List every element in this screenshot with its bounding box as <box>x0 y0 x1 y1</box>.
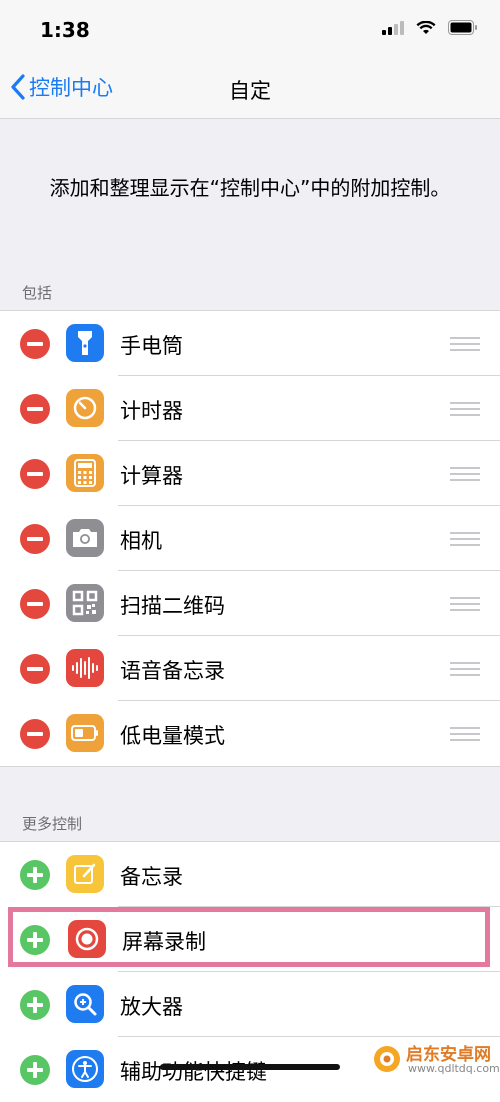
notes-icon <box>66 855 104 893</box>
section-header-more-controls: 更多控制 <box>22 815 83 833</box>
list-item-label: 手电筒 <box>120 334 183 358</box>
list-item-label: 语音备忘录 <box>120 659 225 683</box>
list-item-label: 计算器 <box>120 464 183 488</box>
add-button[interactable] <box>20 860 50 890</box>
reorder-handle[interactable] <box>450 727 480 741</box>
flashlight-icon <box>66 324 104 362</box>
page-title: 自定 <box>229 79 271 103</box>
remove-button[interactable] <box>20 459 50 489</box>
list-item-label: 低电量模式 <box>120 724 225 748</box>
list-item[interactable]: 计时器 <box>0 376 500 441</box>
list-item[interactable]: 计算器 <box>0 441 500 506</box>
reorder-handle[interactable] <box>450 597 480 611</box>
list-item[interactable]: 相机 <box>0 506 500 571</box>
list-item-label: 备忘录 <box>120 865 183 889</box>
section-header-included: 包括 <box>22 284 53 302</box>
list-item-label: 相机 <box>120 529 162 553</box>
included-controls-list: 手电筒 计时器 计算器 相机 扫描二维码 语音备忘录 低电量模式 <box>0 310 500 767</box>
cellular-signal-icon <box>382 20 404 39</box>
wifi-icon <box>416 20 436 39</box>
status-icons <box>382 20 478 39</box>
remove-button[interactable] <box>20 654 50 684</box>
list-item-label: 计时器 <box>120 399 183 423</box>
battery-status-icon <box>448 20 478 39</box>
camera-icon <box>66 519 104 557</box>
voice-memo-icon <box>66 649 104 687</box>
accessibility-icon <box>66 1050 104 1088</box>
timer-icon <box>66 389 104 427</box>
list-item[interactable]: 手电筒 <box>0 311 500 376</box>
reorder-handle[interactable] <box>450 337 480 351</box>
watermark-logo-icon <box>374 1046 400 1072</box>
list-item[interactable]: 低电量模式 <box>0 701 500 766</box>
list-item[interactable]: 扫描二维码 <box>0 571 500 636</box>
list-item[interactable]: 语音备忘录 <box>0 636 500 701</box>
add-button[interactable] <box>20 1055 50 1085</box>
watermark-url: www.qdltdq.com <box>408 1062 500 1075</box>
reorder-handle[interactable] <box>450 467 480 481</box>
remove-button[interactable] <box>20 589 50 619</box>
reorder-handle[interactable] <box>450 662 480 676</box>
remove-button[interactable] <box>20 524 50 554</box>
reorder-handle[interactable] <box>450 532 480 546</box>
remove-button[interactable] <box>20 719 50 749</box>
reorder-handle[interactable] <box>450 402 480 416</box>
home-indicator[interactable] <box>160 1064 340 1070</box>
list-item[interactable]: 备忘录 <box>0 842 500 907</box>
magnifier-icon <box>66 985 104 1023</box>
intro-text: 添加和整理显示在“控制中心”中的附加控制。 <box>49 176 451 200</box>
highlight-box <box>8 907 490 967</box>
status-time: 1:38 <box>40 18 90 42</box>
battery-icon <box>66 714 104 752</box>
remove-button[interactable] <box>20 329 50 359</box>
calculator-icon <box>66 454 104 492</box>
remove-button[interactable] <box>20 394 50 424</box>
list-item-label: 放大器 <box>120 995 183 1019</box>
add-button[interactable] <box>20 990 50 1020</box>
status-bar: 1:38 <box>0 0 500 60</box>
list-item-label: 扫描二维码 <box>120 594 225 618</box>
list-item[interactable]: 放大器 <box>0 972 500 1037</box>
navigation-bar: 控制中心 自定 <box>0 60 500 119</box>
qr-code-icon <box>66 584 104 622</box>
watermark: 启东安卓网 www.qdltdq.com <box>372 1040 500 1080</box>
